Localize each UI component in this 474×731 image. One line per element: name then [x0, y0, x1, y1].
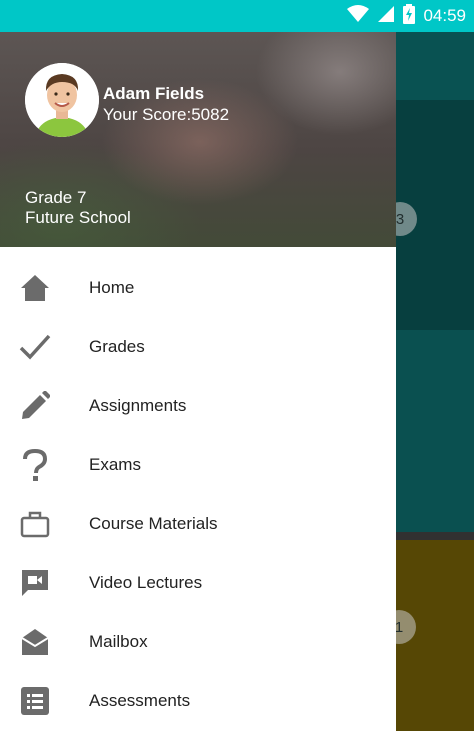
drawer-menu: Home Grades Assignments Exams Course Mat…	[0, 247, 396, 730]
menu-item-course-materials[interactable]: Course Materials	[0, 494, 396, 553]
menu-item-label: Course Materials	[89, 513, 218, 533]
menu-item-label: Assessments	[89, 690, 191, 710]
drawer-header: Adam Fields Your Score:5082 Grade 7 Futu…	[0, 32, 396, 247]
menu-item-label: Assignments	[89, 395, 187, 415]
battery-charging-icon	[403, 3, 416, 29]
signal-icon	[377, 5, 395, 28]
menu-item-exams[interactable]: Exams	[0, 435, 396, 494]
video-message-icon	[18, 566, 52, 600]
list-icon	[18, 684, 52, 718]
pencil-icon	[18, 389, 52, 423]
status-bar: 04:59	[0, 0, 474, 32]
menu-item-grades[interactable]: Grades	[0, 317, 396, 376]
check-icon	[18, 330, 52, 364]
menu-item-label: Grades	[89, 336, 145, 356]
menu-item-label: Exams	[89, 454, 141, 474]
user-school: Future School	[25, 208, 131, 227]
menu-item-assignments[interactable]: Assignments	[0, 376, 396, 435]
question-icon	[18, 448, 52, 482]
user-grade: Grade 7	[25, 188, 87, 207]
menu-item-assessments[interactable]: Assessments	[0, 671, 396, 730]
menu-item-mailbox[interactable]: Mailbox	[0, 612, 396, 671]
avatar[interactable]	[25, 63, 99, 137]
wifi-icon	[347, 4, 370, 28]
user-name: Adam Fields	[103, 84, 205, 103]
menu-item-label: Home	[89, 277, 135, 297]
menu-item-label: Mailbox	[89, 631, 148, 651]
status-time: 04:59	[423, 6, 466, 25]
drawer-scrim[interactable]	[396, 32, 474, 731]
home-icon	[18, 271, 52, 305]
briefcase-icon	[18, 507, 52, 541]
navigation-drawer: Adam Fields Your Score:5082 Grade 7 Futu…	[0, 32, 396, 731]
mail-open-icon	[18, 625, 52, 659]
menu-item-home[interactable]: Home	[0, 258, 396, 317]
menu-item-label: Video Lectures	[89, 572, 203, 592]
user-score: Your Score:5082	[103, 105, 230, 124]
status-icons: 04:59	[347, 0, 466, 32]
menu-item-video-lectures[interactable]: Video Lectures	[0, 553, 396, 612]
